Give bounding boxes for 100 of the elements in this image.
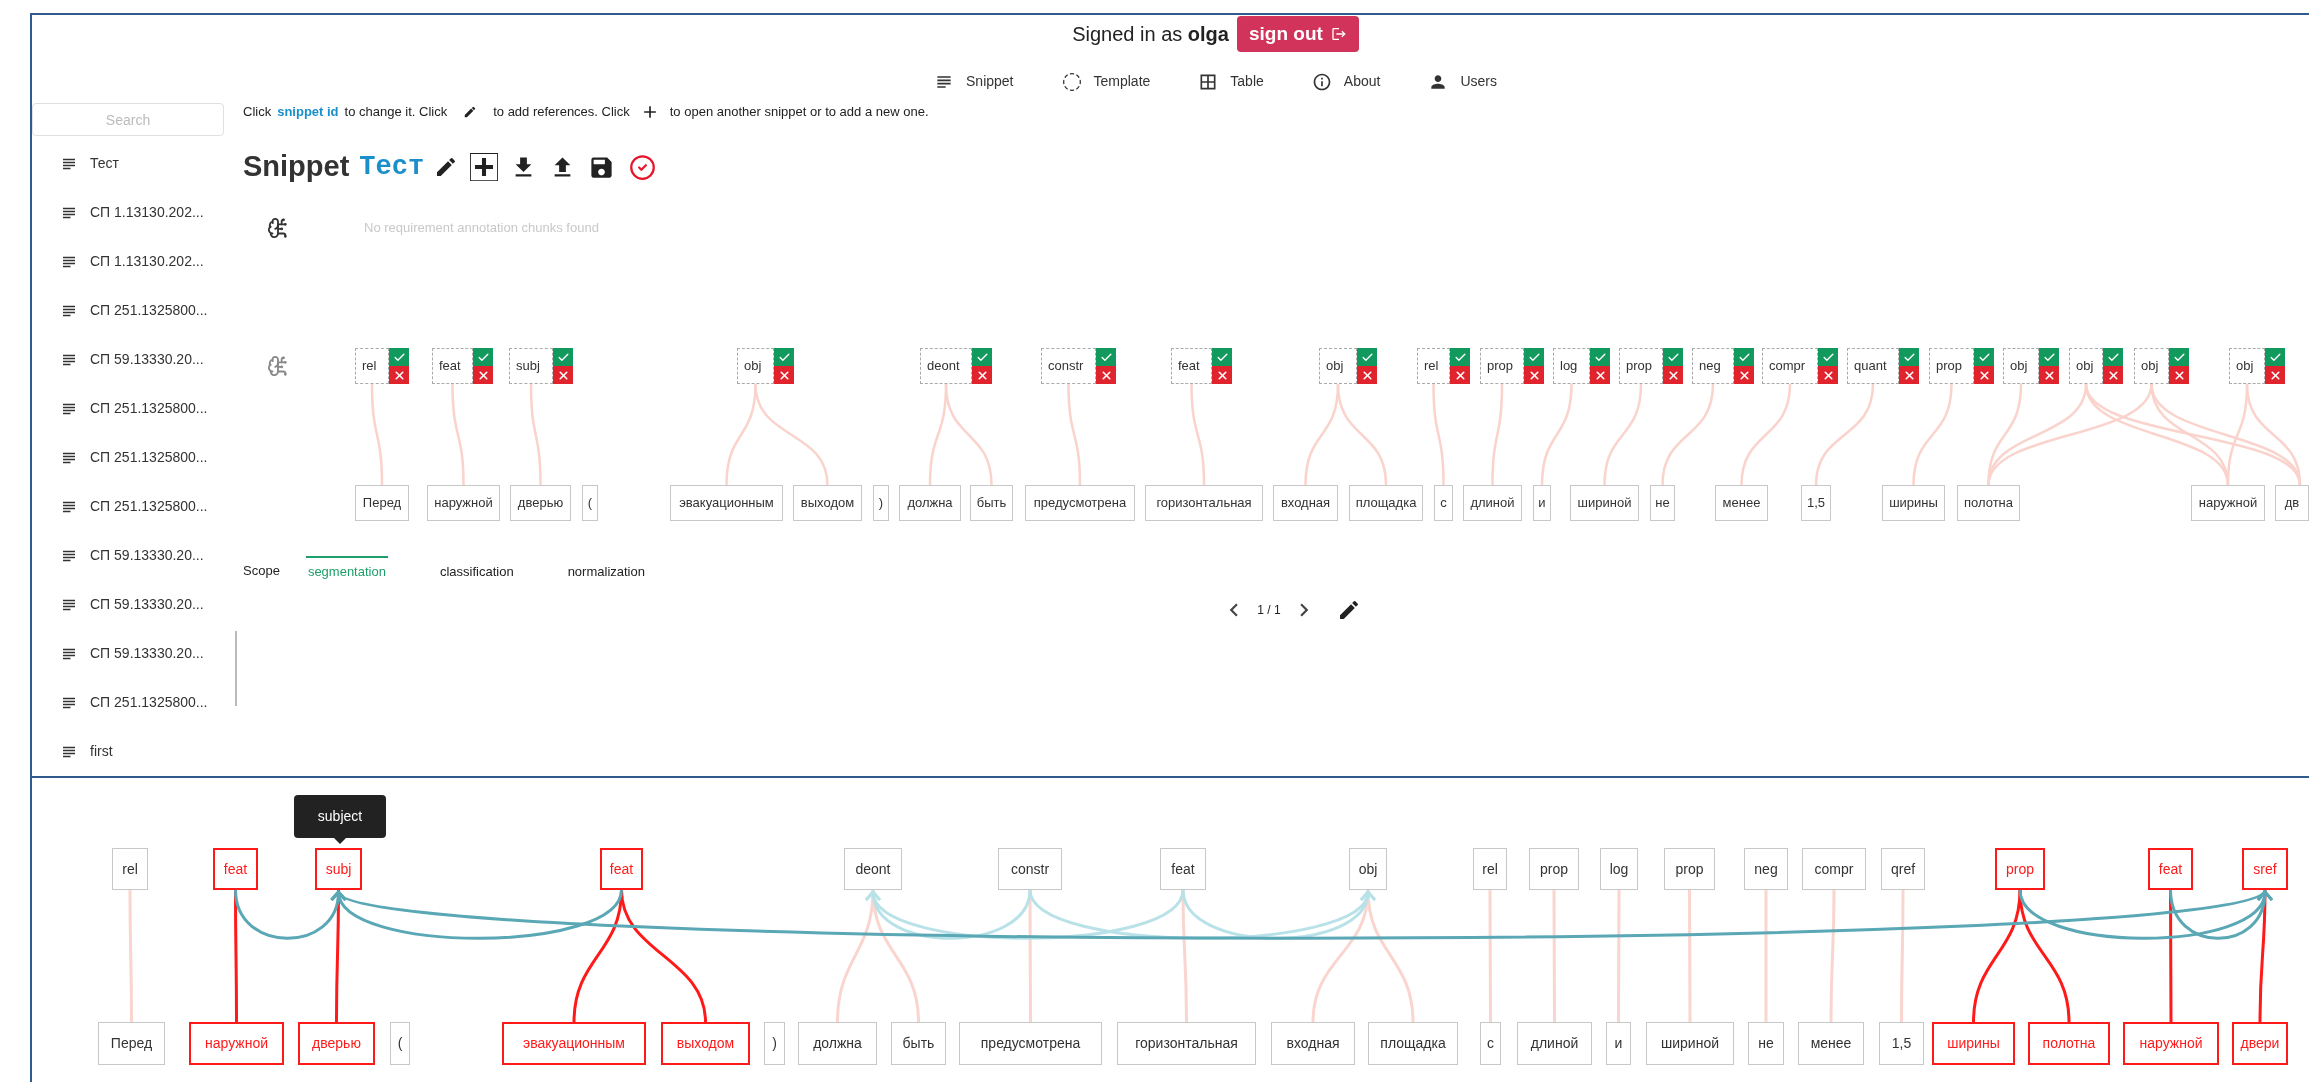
reject-button[interactable] [1524, 366, 1544, 384]
token[interactable]: длиной [1517, 1022, 1592, 1065]
reject-button[interactable] [473, 366, 493, 384]
scope-tab[interactable]: segmentation [305, 556, 388, 586]
sidebar-item[interactable]: СП 59.13330.20... [32, 580, 243, 629]
nav-link[interactable]: Users [1428, 71, 1497, 93]
reject-button[interactable] [774, 366, 794, 384]
token[interactable]: дв [2275, 485, 2309, 521]
sidebar-item[interactable]: СП 59.13330.20... [32, 531, 243, 580]
token[interactable]: ( [582, 485, 598, 521]
token[interactable]: дверью [298, 1022, 375, 1065]
tag-node[interactable]: feat [1160, 848, 1206, 890]
reject-button[interactable] [2039, 366, 2059, 384]
accept-button[interactable] [1357, 348, 1377, 366]
token[interactable]: длиной [1463, 485, 1522, 521]
tag-node[interactable]: deont [844, 848, 902, 890]
nav-link[interactable]: About [1311, 71, 1381, 93]
tag-node[interactable]: log [1600, 848, 1638, 890]
search-field[interactable]: Search [32, 103, 224, 136]
accept-button[interactable] [774, 348, 794, 366]
token[interactable]: ширины [1882, 485, 1945, 521]
snippet-id-link[interactable]: snippet id [277, 102, 339, 122]
sidebar-item[interactable]: first [32, 727, 243, 776]
token[interactable]: двери [2232, 1022, 2288, 1065]
token[interactable]: входная [1273, 485, 1338, 521]
sidebar-item[interactable]: СП 251.1325800... [32, 678, 243, 727]
accept-button[interactable] [553, 348, 573, 366]
accept-button[interactable] [2169, 348, 2189, 366]
token[interactable]: дверью [510, 485, 571, 521]
reject-button[interactable] [1899, 366, 1919, 384]
token[interactable]: быть [970, 485, 1013, 521]
token[interactable]: наружной [2123, 1022, 2219, 1065]
accept-button[interactable] [1899, 348, 1919, 366]
reject-button[interactable] [1663, 366, 1683, 384]
accept-button[interactable] [1734, 348, 1754, 366]
snippet-id[interactable]: Тест [359, 146, 425, 188]
reject-button[interactable] [1450, 366, 1470, 384]
token[interactable]: полотна [2028, 1022, 2110, 1065]
sign-out-button[interactable]: sign out [1236, 16, 1359, 53]
reject-button[interactable] [553, 366, 573, 384]
accept-button[interactable] [1818, 348, 1838, 366]
token[interactable]: площадка [1368, 1022, 1458, 1065]
sidebar-item[interactable]: СП 1.13130.202... [32, 237, 243, 286]
reject-button[interactable] [1974, 366, 1994, 384]
token[interactable]: не [1650, 485, 1675, 521]
reject-button[interactable] [2265, 366, 2285, 384]
token[interactable]: наружной [189, 1022, 284, 1065]
token[interactable]: с [1480, 1022, 1501, 1065]
token[interactable]: должна [798, 1022, 877, 1065]
reject-button[interactable] [2169, 366, 2189, 384]
tag-node[interactable]: feat [600, 848, 643, 890]
accept-button[interactable] [2265, 348, 2285, 366]
accept-button[interactable] [1450, 348, 1470, 366]
token[interactable]: наружной [427, 485, 500, 521]
token[interactable]: предусмотрена [959, 1022, 1102, 1065]
token[interactable]: менее [1798, 1022, 1864, 1065]
token[interactable]: наружной [2191, 485, 2265, 521]
accept-button[interactable] [1974, 348, 1994, 366]
token[interactable]: ) [764, 1022, 785, 1065]
token[interactable]: Перед [355, 485, 409, 521]
accept-button[interactable] [389, 348, 409, 366]
sidebar-item[interactable]: СП 251.1325800... [32, 433, 243, 482]
token[interactable]: входная [1271, 1022, 1355, 1065]
token[interactable]: горизонтальная [1145, 485, 1263, 521]
reject-button[interactable] [1096, 366, 1116, 384]
token[interactable]: и [1533, 485, 1551, 521]
token[interactable]: предусмотрена [1025, 485, 1135, 521]
accept-button[interactable] [2103, 348, 2123, 366]
token[interactable]: эвакуационным [670, 485, 783, 521]
scope-tab[interactable]: classification [437, 556, 516, 586]
token[interactable]: эвакуационным [502, 1022, 646, 1065]
accept-button[interactable] [1212, 348, 1232, 366]
sidebar-item[interactable]: СП 251.1325800... [32, 482, 243, 531]
token[interactable]: быть [891, 1022, 946, 1065]
token[interactable]: ) [873, 485, 889, 521]
plus-icon[interactable] [470, 153, 499, 181]
token[interactable]: менее [1715, 485, 1768, 521]
token[interactable]: с [1434, 485, 1453, 521]
token[interactable]: 1,5 [1879, 1022, 1924, 1065]
nav-link[interactable]: Snippet [934, 71, 1014, 93]
tag-node[interactable]: feat [213, 848, 258, 890]
tag-node[interactable]: obj [1349, 848, 1387, 890]
tag-node[interactable]: compr [1802, 848, 1866, 890]
token[interactable]: ширины [1932, 1022, 2015, 1065]
accept-button[interactable] [2039, 348, 2059, 366]
reject-button[interactable] [2103, 366, 2123, 384]
sidebar-item[interactable]: Тест [32, 139, 243, 188]
token[interactable]: шириной [1570, 485, 1639, 521]
token[interactable]: должна [899, 485, 961, 521]
accept-button[interactable] [1590, 348, 1610, 366]
sidebar-item[interactable]: СП 1.13130.202... [32, 188, 243, 237]
accept-button[interactable] [473, 348, 493, 366]
accept-button[interactable] [972, 348, 992, 366]
tag-node[interactable]: sref [2242, 848, 2288, 890]
token[interactable]: 1,5 [1801, 485, 1831, 521]
accept-button[interactable] [1096, 348, 1116, 366]
check-circle-icon[interactable] [629, 153, 657, 181]
scope-tab[interactable]: normalization [565, 556, 647, 586]
tag-node[interactable]: rel [112, 848, 148, 890]
token[interactable]: выходом [661, 1022, 750, 1065]
